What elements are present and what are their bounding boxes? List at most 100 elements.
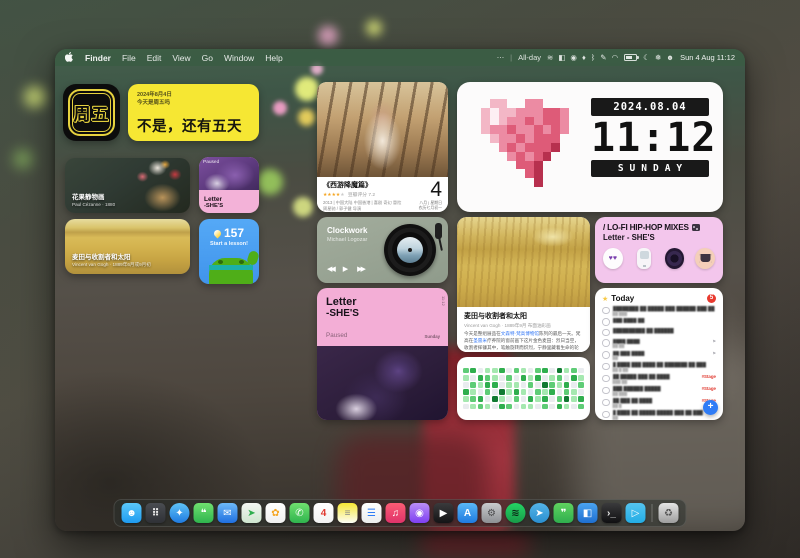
dock-icon-notes[interactable]: ≡	[338, 503, 358, 523]
reminder-item[interactable]: ██ █████ ███ ██ ███████ ██#Stage	[602, 374, 716, 384]
bluetooth-icon[interactable]: ᛒ	[591, 53, 596, 62]
wifi-icon[interactable]: ◠	[612, 53, 619, 62]
dock-icon-spotify[interactable]: ≋	[506, 503, 526, 523]
frog-eye	[218, 260, 223, 264]
lofi-playlist-widget[interactable]: / LO-FI HIP-HOP MIXES Letter - SHE'S ♥♥	[595, 217, 723, 283]
battery-icon[interactable]	[624, 54, 637, 61]
reminder-item[interactable]: ██ ███ ██ ██████ █#Stage	[602, 398, 716, 408]
art-widget-vangogh[interactable]: 麦田与收割者和太阳 Vincent van Gogh · 1889年6月或9月初	[65, 219, 190, 274]
allday-event-label[interactable]: All-day	[518, 53, 541, 62]
reminder-item[interactable]: ██████████ ██ ██████	[602, 328, 716, 336]
pencil-icon[interactable]: ✎	[600, 53, 606, 62]
game-controller-icon[interactable]: ♦	[582, 53, 586, 62]
reminder-item[interactable]: ███ ██████ ███████ ███#Stage	[602, 386, 716, 396]
dock-icon-tv[interactable]: ▶	[434, 503, 454, 523]
dock-icon-calendar[interactable]: 4	[314, 503, 334, 523]
dock-icon-mail[interactable]: ✉	[218, 503, 238, 523]
reminder-checkbox[interactable]	[602, 363, 610, 371]
scribble-heart-icon[interactable]: ♥♥	[603, 248, 623, 269]
menu-app-name[interactable]: Finder	[85, 53, 111, 63]
cassette-icon[interactable]	[695, 248, 715, 269]
reminder-checkbox[interactable]	[602, 375, 610, 383]
next-track-icon[interactable]: ▶▶	[357, 265, 364, 273]
add-reminder-button[interactable]: +	[703, 400, 718, 415]
reminder-item[interactable]: ████ ██████ ██⚑	[602, 339, 716, 349]
snowflake-icon[interactable]: ❅	[655, 53, 661, 62]
reminder-checkbox[interactable]	[602, 318, 610, 326]
menu-go[interactable]: Go	[202, 53, 213, 63]
now-playing-widget[interactable]: Letter -SHE'S Paused Sunday 11:12	[317, 288, 448, 420]
dock-icon-facetime[interactable]: ✆	[290, 503, 310, 523]
dock-icon-podcasts[interactable]: ◉	[410, 503, 430, 523]
reminder-item[interactable]: ██ ███ ██████⚑	[602, 351, 716, 361]
dock-icon-terminal[interactable]: ›_	[602, 503, 622, 523]
menu-view[interactable]: View	[172, 53, 190, 63]
reminder-checkbox[interactable]	[602, 329, 610, 337]
heart-pixel	[525, 143, 534, 152]
reminder-checkbox[interactable]	[602, 411, 610, 419]
play-icon[interactable]: ▶	[343, 265, 348, 273]
apple-menu[interactable]	[65, 52, 74, 64]
dock-icon-bilibili[interactable]: ▷	[626, 503, 646, 523]
previous-track-icon[interactable]: ◀◀	[327, 265, 334, 273]
dock-icon-wechat[interactable]: ❞	[554, 503, 574, 523]
art-widget-cezanne[interactable]: 花果静物画 Paul Cézanne · 1880	[65, 158, 190, 213]
reminder-item[interactable]: █ ████ ███ ████ ██ ███████ ██ █████ █ ██	[602, 362, 716, 372]
heart-pixel	[499, 125, 508, 134]
movie-widget[interactable]: ❛❛ 一万年太久了，就要爱就现在。 《西游降魔篇》 ★★★★★ 豆瓣评分 7.2…	[317, 82, 448, 212]
track-title: Clockwork	[327, 226, 367, 235]
reminder-item[interactable]: ████████ ██ █████ ███ ██████ ███ ████ ██…	[602, 306, 716, 316]
calendar-lunar: 农历七月初一	[419, 205, 442, 210]
reminder-checkbox[interactable]	[602, 307, 610, 315]
dock-icon-telegram[interactable]: ➤	[530, 503, 550, 523]
pixel-clock-widget[interactable]: 2024.08.04 11:12 SUNDAY	[457, 82, 723, 212]
friday-countdown-widget[interactable]: 2024年8月4日 今天是周五吗 不是，还有五天	[128, 84, 259, 141]
contribution-cell	[521, 382, 527, 388]
article-link[interactable]: 圣雷米	[473, 338, 487, 343]
menu-window[interactable]: Window	[224, 53, 254, 63]
user-icon[interactable]: ☻	[666, 53, 674, 62]
menu-edit[interactable]: Edit	[147, 53, 162, 63]
reminder-checkbox[interactable]	[602, 351, 610, 359]
reminder-checkbox[interactable]	[602, 399, 610, 407]
display-mirroring-icon[interactable]: ◧	[558, 53, 565, 62]
streak-widget[interactable]: 157 Start a lesson!	[199, 219, 259, 284]
bokeh-light	[293, 197, 313, 217]
friday-icon-widget[interactable]: 周五	[63, 84, 120, 141]
art-article-widget[interactable]: 麦田与收割者和太阳 Vincent van Gogh · 1889年9月 布面油…	[457, 217, 590, 352]
dock-icon-vscode[interactable]: ◧	[578, 503, 598, 523]
dock-icon-trash[interactable]: ♻	[659, 503, 679, 523]
reminder-item[interactable]: █ ████ ██ █████ █████ ███ ██ █████	[602, 410, 716, 420]
music-player-widget[interactable]: Clockwork Michael Logozar ◀◀ ▶ ▶▶	[317, 217, 448, 283]
reminder-item[interactable]: ███ ████ ██	[602, 318, 716, 326]
dock-icon-system-settings[interactable]: ⚙	[482, 503, 502, 523]
more-status-icon[interactable]: ⋯	[497, 53, 505, 62]
flow-icon[interactable]: ≋	[547, 53, 553, 62]
desktop[interactable]: Finder FileEditViewGoWindowHelp ⋯ | All-…	[55, 49, 745, 531]
dock-icon-safari[interactable]: ✦	[170, 503, 190, 523]
music-player-icon[interactable]	[637, 248, 651, 269]
menu-file[interactable]: File	[122, 53, 136, 63]
vinyl-icon[interactable]	[665, 248, 685, 269]
music-mini-widget[interactable]: Paused Letter -SHE'S	[199, 157, 259, 213]
dock-icon-app-store[interactable]: A	[458, 503, 478, 523]
menu-help[interactable]: Help	[265, 53, 282, 63]
dock-icon-maps[interactable]: ➤	[242, 503, 262, 523]
lofi-title: / LO-FI HIP-HOP MIXES	[603, 223, 689, 232]
dock-icon-music[interactable]: ♫	[386, 503, 406, 523]
reminder-checkbox[interactable]	[602, 387, 610, 395]
focus-moon-icon[interactable]: ☾	[643, 53, 650, 62]
dock-icon-photos[interactable]: ✿	[266, 503, 286, 523]
dock-icon-launchpad[interactable]: ⠿	[146, 503, 166, 523]
menu-clock[interactable]: Sun 4 Aug 11:12	[680, 53, 735, 62]
dock-icon-reminders[interactable]: ☰	[362, 503, 382, 523]
record-icon[interactable]: ◉	[570, 53, 577, 62]
contribution-graph-widget[interactable]	[457, 357, 590, 420]
dock-icon-messages[interactable]: ❝	[194, 503, 214, 523]
article-link[interactable]: 文森特·梵高博物馆	[501, 331, 539, 336]
contribution-cell	[478, 396, 484, 402]
reminder-checkbox[interactable]	[602, 339, 610, 347]
contribution-cell	[463, 404, 469, 410]
dock-icon-finder[interactable]: ☻	[122, 503, 142, 523]
reminders-widget[interactable]: ★ Today 5 ████████ ██ █████ ███ ██████ █…	[595, 288, 723, 420]
